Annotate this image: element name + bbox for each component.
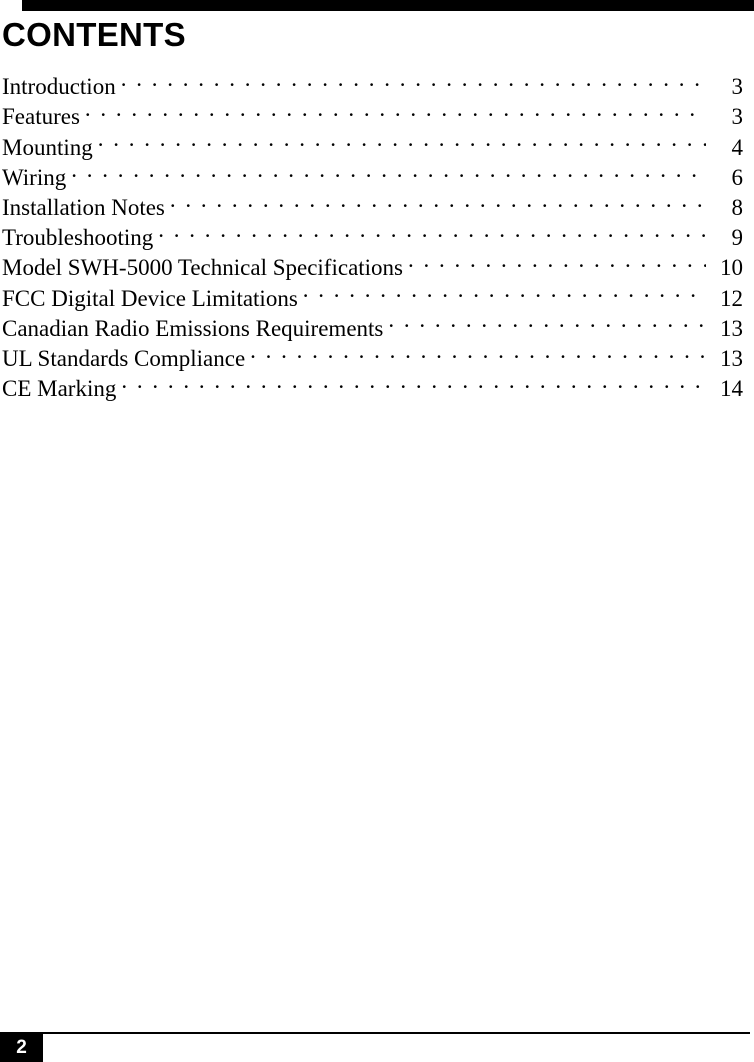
- toc-leader-dots: [303, 275, 706, 305]
- toc-leader-dots: [250, 336, 706, 366]
- toc-entry-page-number: 12: [720, 285, 743, 311]
- toc-entry-page-number: 3: [731, 104, 744, 130]
- toc-entry[interactable]: Installation Notes 8: [2, 185, 743, 220]
- toc-entry-page-number: 10: [720, 255, 743, 281]
- toc-entry-page-number: 8: [731, 194, 744, 220]
- footer-page-number: 2: [16, 1037, 27, 1058]
- toc-entry-page-number: 14: [720, 376, 743, 402]
- toc-entry-page-number: 13: [720, 315, 743, 341]
- toc-entry-label: Wiring: [2, 164, 67, 190]
- header-rule: [22, 0, 754, 11]
- toc-leader-dots: [170, 185, 706, 215]
- toc-entry-page-number: 4: [731, 134, 744, 160]
- toc-entry-label: Installation Notes: [2, 194, 165, 220]
- toc-leader-dots: [408, 245, 706, 275]
- toc-entry-label: Features: [2, 104, 80, 130]
- toc-leader-dots: [121, 64, 706, 94]
- toc-leader-dots: [158, 215, 706, 245]
- toc-entry-page-number: 6: [731, 164, 744, 190]
- toc-entry-page-number: 9: [731, 225, 744, 251]
- toc-entry-page-number: 13: [720, 345, 743, 371]
- toc-entry[interactable]: Wiring 6: [2, 155, 743, 190]
- toc-entry-label: FCC Digital Device Limitations: [2, 285, 298, 311]
- toc-leader-dots: [98, 124, 706, 154]
- footer-rule: [0, 1032, 750, 1034]
- toc-leader-dots: [388, 306, 706, 336]
- toc-entry-page-number: 3: [731, 74, 744, 100]
- toc-entry[interactable]: Introduction3: [2, 64, 743, 99]
- table-of-contents: Introduction3Features3Mounting4Wiring6In…: [2, 64, 744, 401]
- toc-leader-dots: [121, 366, 706, 396]
- toc-entry[interactable]: Features 3: [2, 94, 743, 129]
- toc-leader-dots: [85, 94, 706, 124]
- toc-entry[interactable]: Mounting4: [2, 124, 743, 159]
- page-title: CONTENTS: [2, 16, 186, 53]
- toc-entry-label: CE Marking: [2, 376, 117, 402]
- toc-entry-label: Troubleshooting: [2, 225, 154, 251]
- toc-leader-dots: [71, 155, 706, 185]
